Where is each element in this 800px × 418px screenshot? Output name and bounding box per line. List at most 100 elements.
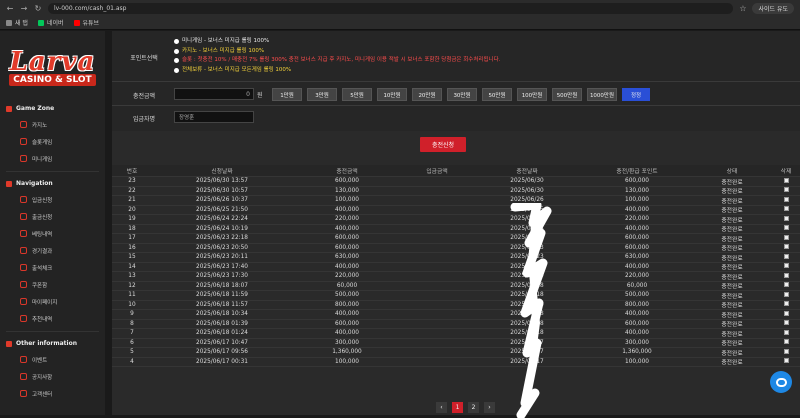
page-1-button[interactable]: 1 xyxy=(452,402,463,413)
naver-icon xyxy=(38,20,44,26)
sidebar-item[interactable]: 경기결과 xyxy=(0,242,105,259)
page-2-button[interactable]: 2 xyxy=(468,402,479,413)
amount-preset-button[interactable]: 50만원 xyxy=(482,88,512,101)
point-option[interactable]: 미니게임 - 보너스 미지급 롤링 100% xyxy=(174,37,500,47)
depositor-input[interactable]: 장영훈 xyxy=(174,111,254,123)
forward-icon[interactable]: → xyxy=(20,4,28,13)
sidebar-item[interactable]: 쿠폰함 xyxy=(0,276,105,293)
delete-checkbox[interactable] xyxy=(784,254,789,259)
point-option[interactable]: 카지노 - 보너스 미지급 롤링 100% xyxy=(174,47,500,57)
delete-checkbox[interactable] xyxy=(784,235,789,240)
amount-preset-button[interactable]: 10만원 xyxy=(377,88,407,101)
delete-checkbox[interactable] xyxy=(784,349,789,354)
amount-preset-button[interactable]: 3만원 xyxy=(307,88,337,101)
table-cell: 400,000 xyxy=(292,207,402,213)
table-cell: 2025/06/18 xyxy=(472,302,582,308)
amount-label: 충전금액 xyxy=(124,91,164,100)
menu-icon xyxy=(20,247,27,254)
address-bar[interactable]: lv-000.com/cash_01.asp xyxy=(48,3,733,14)
column-header: 삭제 xyxy=(772,166,800,175)
delete-checkbox[interactable] xyxy=(784,197,789,202)
reset-amount-button[interactable]: 정정 xyxy=(622,88,650,101)
delete-checkbox[interactable] xyxy=(784,301,789,306)
sidebar-item-label: 미니게임 xyxy=(32,155,52,163)
delete-checkbox[interactable] xyxy=(784,320,789,325)
site-logo[interactable]: Larva CASINO & SLOT xyxy=(0,31,105,101)
sidebar-item[interactable]: 마이페이지 xyxy=(0,293,105,310)
delete-checkbox[interactable] xyxy=(784,216,789,221)
amount-input[interactable]: 0 xyxy=(174,88,254,100)
table-cell: 400,000 xyxy=(292,311,402,317)
delete-checkbox[interactable] xyxy=(784,244,789,249)
sidebar-item[interactable]: 미니게임 xyxy=(0,150,105,167)
delete-checkbox[interactable] xyxy=(784,187,789,192)
bookmark-item[interactable]: 네이버 xyxy=(38,18,64,27)
table-cell: 19 xyxy=(112,216,152,222)
sidebar-item[interactable]: 베팅내역 xyxy=(0,225,105,242)
sidebar-item-label: 공지사항 xyxy=(32,373,52,381)
delete-checkbox[interactable] xyxy=(784,339,789,344)
sidebar-section-title: Game Zone xyxy=(0,101,105,116)
sidebar-item[interactable]: 고객센터 xyxy=(0,385,105,402)
amount-preset-button[interactable]: 500만원 xyxy=(552,88,582,101)
delete-checkbox[interactable] xyxy=(784,330,789,335)
amount-preset-button[interactable]: 20만원 xyxy=(412,88,442,101)
delete-checkbox[interactable] xyxy=(784,206,789,211)
radio-button[interactable] xyxy=(174,68,179,73)
column-header: 충전/환급 포인트 xyxy=(582,166,692,175)
sidebar-item[interactable]: 입금신청 xyxy=(0,191,105,208)
profile-button[interactable]: 사이드 유도 xyxy=(752,3,794,14)
table-cell: 130,000 xyxy=(582,188,692,194)
table-cell: 630,000 xyxy=(582,254,692,260)
delete-checkbox[interactable] xyxy=(784,225,789,230)
sidebar-divider xyxy=(6,171,99,172)
delete-checkbox[interactable] xyxy=(784,263,789,268)
reload-icon[interactable]: ↻ xyxy=(34,4,42,13)
bookmark-item[interactable]: 새 탭 xyxy=(6,18,28,27)
submit-deposit-button[interactable]: 충전신청 xyxy=(420,137,466,152)
sidebar-item[interactable]: 출석체크 xyxy=(0,259,105,276)
sidebar-item-label: 슬롯게임 xyxy=(32,138,52,146)
table-cell: 7 xyxy=(112,330,152,336)
status-cell: 충전완료 xyxy=(692,329,772,338)
delete-checkbox[interactable] xyxy=(784,282,789,287)
point-option[interactable]: 슬롯 : 첫충전 10% / 매충전 7% 롤링 300% 충전 보너스 지급 … xyxy=(174,56,500,66)
sidebar-item[interactable]: 이벤트 xyxy=(0,351,105,368)
radio-button[interactable] xyxy=(174,39,179,44)
delete-checkbox[interactable] xyxy=(784,273,789,278)
delete-checkbox[interactable] xyxy=(784,311,789,316)
delete-checkbox[interactable] xyxy=(784,292,789,297)
prev-page-button[interactable]: ‹ xyxy=(436,402,447,413)
sidebar-item[interactable]: 추천내역 xyxy=(0,310,105,327)
sidebar-item[interactable]: 카지노 xyxy=(0,116,105,133)
sidebar-item[interactable]: 출금신청 xyxy=(0,208,105,225)
sidebar-item-label: 추천내역 xyxy=(32,315,52,323)
bookmark-star-icon[interactable]: ☆ xyxy=(739,4,746,13)
amount-preset-button[interactable]: 1만원 xyxy=(272,88,302,101)
bookmark-item[interactable]: 유튜브 xyxy=(74,18,100,27)
point-option[interactable]: 전체보류 - 보너스 미지급 모든게임 롤링 100% xyxy=(174,66,500,76)
status-cell: 충전완료 xyxy=(692,186,772,195)
delete-checkbox[interactable] xyxy=(784,178,789,183)
sidebar-item[interactable]: 공지사항 xyxy=(0,368,105,385)
radio-button[interactable] xyxy=(174,49,179,54)
amount-preset-button[interactable]: 5만원 xyxy=(342,88,372,101)
amount-preset-button[interactable]: 1000만원 xyxy=(587,88,617,101)
delete-checkbox[interactable] xyxy=(784,358,789,363)
table-cell: 2025/06/18 10:34 xyxy=(152,311,292,317)
delete-cell xyxy=(772,235,800,242)
amount-preset-button[interactable]: 100만원 xyxy=(517,88,547,101)
chat-support-button[interactable] xyxy=(770,371,792,393)
back-icon[interactable]: ← xyxy=(6,4,14,13)
next-page-button[interactable]: › xyxy=(484,402,495,413)
radio-button[interactable] xyxy=(174,58,179,63)
delete-cell xyxy=(772,301,800,308)
amount-preset-button[interactable]: 30만원 xyxy=(447,88,477,101)
table-row: 142025/06/23 17:40400,0002025/06/23400,0… xyxy=(112,263,800,273)
sidebar-item[interactable]: 슬롯게임 xyxy=(0,133,105,150)
delete-cell xyxy=(772,292,800,299)
delete-cell xyxy=(772,311,800,318)
status-cell: 충전완료 xyxy=(692,243,772,252)
table-cell: 13 xyxy=(112,273,152,279)
table-cell: 400,000 xyxy=(582,207,692,213)
